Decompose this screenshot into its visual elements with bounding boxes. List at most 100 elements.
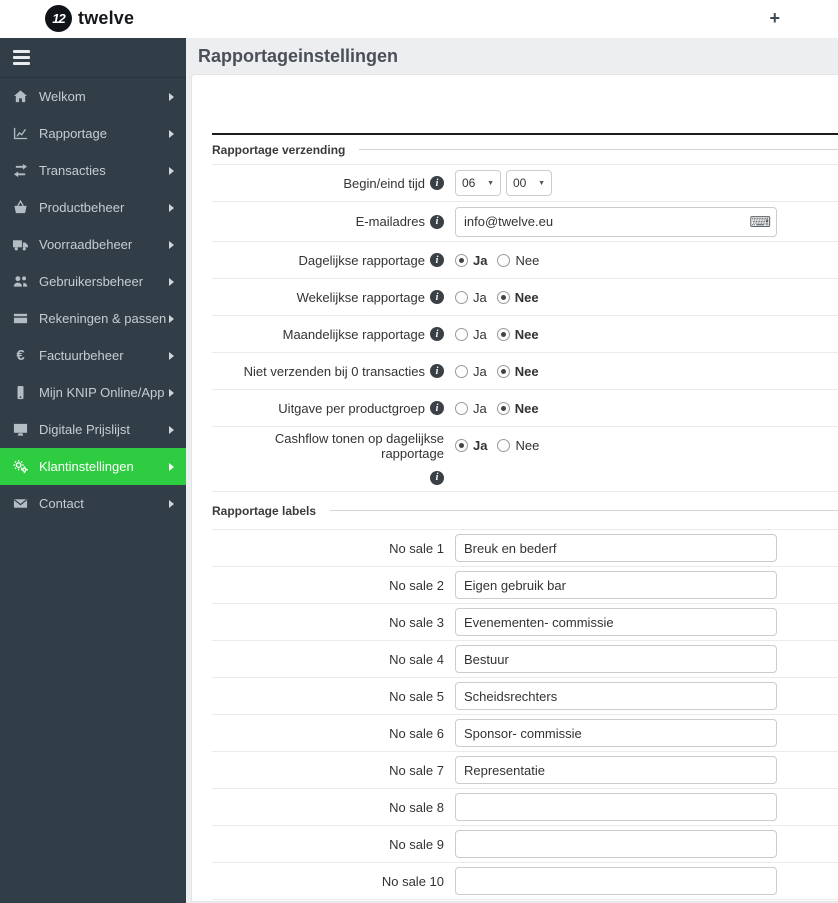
radio-label-ja[interactable]: Ja xyxy=(473,327,487,342)
sidebar-item-label: Rapportage xyxy=(39,126,107,141)
info-icon[interactable]: i xyxy=(430,401,444,415)
no-sale-9-input[interactable] xyxy=(455,830,777,858)
chevron-right-icon xyxy=(169,203,174,212)
no-sale-7-input[interactable] xyxy=(455,756,777,784)
sidebar-item-label: Digitale Prijslijst xyxy=(39,422,131,437)
sidebar-item-klantinstellingen[interactable]: Klantinstellingen xyxy=(0,448,186,485)
radio-label-ja[interactable]: Ja xyxy=(473,401,487,416)
no-sale-4-input[interactable] xyxy=(455,645,777,673)
field-label: Wekelijkse rapportage xyxy=(296,289,425,305)
envelope-icon xyxy=(12,496,29,511)
sidebar: Welkom Rapportage Transacties Productbeh… xyxy=(0,38,186,903)
section-legend: Rapportage labels xyxy=(212,503,317,518)
radio-label-nee[interactable]: Nee xyxy=(515,401,539,416)
field-label: No sale 7 xyxy=(389,762,444,778)
info-icon[interactable]: i xyxy=(430,364,444,378)
sidebar-item-transacties[interactable]: Transacties xyxy=(0,152,186,189)
cogs-icon xyxy=(12,459,29,474)
chevron-right-icon xyxy=(169,425,174,434)
info-icon[interactable]: i xyxy=(430,327,444,341)
row-maandelijkse-rapportage: Maandelijkse rapportage i Ja Nee xyxy=(212,316,838,353)
email-input[interactable] xyxy=(455,206,777,237)
no-sale-6-input[interactable] xyxy=(455,719,777,747)
row-dagelijkse-rapportage: Dagelijkse rapportage i Ja Nee xyxy=(212,242,838,279)
radio-ja[interactable] xyxy=(455,401,468,415)
radio-nee[interactable] xyxy=(497,253,511,267)
field-label: No sale 1 xyxy=(389,540,444,556)
euro-icon: € xyxy=(16,347,25,364)
sidebar-item-productbeheer[interactable]: Productbeheer xyxy=(0,189,186,226)
sidebar-item-label: Mijn KNIP Online/App xyxy=(39,385,165,400)
hour-select[interactable]: 06 ▼ xyxy=(455,170,501,196)
no-sale-2-input[interactable] xyxy=(455,571,777,599)
section-legend: Rapportage verzending xyxy=(212,142,346,157)
row-niet-verzenden-0-transacties: Niet verzenden bij 0 transacties i Ja Ne… xyxy=(212,353,838,390)
row-cashflow-tonen: Cashflow tonen op dagelijkse rapportage … xyxy=(212,427,838,464)
no-sale-10-input[interactable] xyxy=(455,867,777,895)
info-icon[interactable]: i xyxy=(430,176,444,190)
field-label: Dagelijkse rapportage xyxy=(298,252,425,268)
row-no-sale-9: No sale 9 xyxy=(212,826,838,863)
row-uitgave-per-productgroep: Uitgave per productgroep i Ja Nee xyxy=(212,390,838,427)
field-label: No sale 4 xyxy=(389,651,444,667)
radio-ja[interactable] xyxy=(455,364,468,378)
chevron-right-icon xyxy=(169,129,174,138)
sidebar-item-gebruikersbeheer[interactable]: Gebruikersbeheer xyxy=(0,263,186,300)
credit-card-icon xyxy=(12,311,29,326)
radio-ja[interactable] xyxy=(455,290,468,304)
no-sale-5-input[interactable] xyxy=(455,682,777,710)
sidebar-item-welkom[interactable]: Welkom xyxy=(0,78,186,115)
chevron-right-icon xyxy=(169,314,174,323)
info-icon[interactable]: i xyxy=(430,253,444,267)
row-no-sale-1: No sale 1 xyxy=(212,530,838,567)
radio-label-nee[interactable]: Nee xyxy=(515,290,539,305)
minute-select[interactable]: 00 ▼ xyxy=(506,170,552,196)
chevron-right-icon xyxy=(169,166,174,175)
info-icon[interactable]: i xyxy=(430,214,444,229)
radio-ja[interactable] xyxy=(455,439,468,452)
sidebar-item-label: Productbeheer xyxy=(39,200,125,215)
sidebar-item-mijn-knip[interactable]: Mijn KNIP Online/App xyxy=(0,374,186,411)
chevron-right-icon xyxy=(169,240,174,249)
field-label: No sale 2 xyxy=(389,577,444,593)
radio-ja[interactable] xyxy=(455,327,468,341)
radio-nee[interactable] xyxy=(496,290,510,304)
section-rapportage-verzending: Rapportage verzending xyxy=(212,135,838,165)
radio-label-nee[interactable]: Nee xyxy=(515,364,539,379)
field-label: Begin/eind tijd xyxy=(343,175,425,191)
radio-nee[interactable] xyxy=(497,439,511,452)
radio-ja[interactable] xyxy=(455,253,468,267)
radio-nee[interactable] xyxy=(496,364,510,378)
row-wekelijkse-rapportage: Wekelijkse rapportage i Ja Nee xyxy=(212,279,838,316)
radio-nee[interactable] xyxy=(496,401,510,415)
row-no-sale-10: No sale 10 xyxy=(212,863,838,900)
twelve-logo-icon: 12 xyxy=(45,5,72,32)
no-sale-3-input[interactable] xyxy=(455,608,777,636)
no-sale-8-input[interactable] xyxy=(455,793,777,821)
radio-label-ja[interactable]: Ja xyxy=(473,438,487,453)
add-button[interactable]: + xyxy=(769,6,780,30)
sidebar-item-digitale-prijslijst[interactable]: Digitale Prijslijst xyxy=(0,411,186,448)
radio-nee[interactable] xyxy=(496,327,510,341)
no-sale-1-input[interactable] xyxy=(455,534,777,562)
info-icon[interactable]: i xyxy=(430,290,444,304)
sidebar-item-factuurbeheer[interactable]: € Factuurbeheer xyxy=(0,337,186,374)
field-label: Cashflow tonen op dagelijkse rapportage xyxy=(274,430,444,461)
radio-label-ja[interactable]: Ja xyxy=(473,364,487,379)
users-icon xyxy=(12,274,29,289)
hamburger-menu-icon[interactable] xyxy=(13,50,30,65)
sidebar-item-voorraadbeheer[interactable]: Voorraadbeheer xyxy=(0,226,186,263)
radio-label-nee[interactable]: Nee xyxy=(515,253,539,268)
row-no-sale-6: No sale 6 xyxy=(212,715,838,752)
radio-label-ja[interactable]: Ja xyxy=(473,290,487,305)
radio-label-ja[interactable]: Ja xyxy=(473,253,487,268)
sidebar-item-rekeningen-passen[interactable]: Rekeningen & passen xyxy=(0,300,186,337)
sidebar-item-contact[interactable]: Contact xyxy=(0,485,186,522)
keyboard-icon[interactable]: ⌨ xyxy=(749,213,771,231)
twelve-logo[interactable]: 12 twelve xyxy=(45,5,134,32)
row-emailadres: E-mailadres i ⌨ xyxy=(212,202,838,242)
sidebar-item-rapportage[interactable]: Rapportage xyxy=(0,115,186,152)
info-icon[interactable]: i xyxy=(430,470,444,485)
radio-label-nee[interactable]: Nee xyxy=(515,438,539,453)
radio-label-nee[interactable]: Nee xyxy=(515,327,539,342)
